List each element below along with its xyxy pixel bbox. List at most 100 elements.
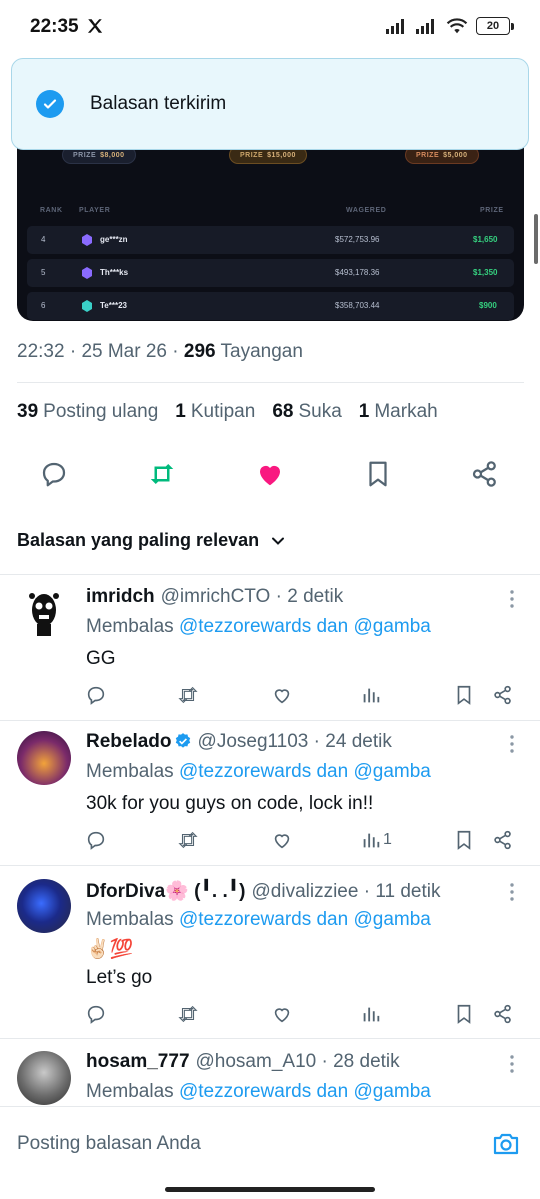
reply-icon[interactable] <box>85 829 107 851</box>
reply-time: 11 detik <box>375 881 441 902</box>
like-icon[interactable] <box>271 684 293 706</box>
stat-bookmarks[interactable]: 1 Markah <box>359 401 438 423</box>
like-icon[interactable] <box>271 1003 293 1025</box>
reply-action-bar <box>0 684 540 708</box>
column-header: PLAYER <box>79 207 111 214</box>
reply-text: Let’s go <box>86 967 153 988</box>
column-header: RANK <box>40 207 63 214</box>
home-indicator[interactable] <box>165 1187 375 1192</box>
more-options-icon[interactable] <box>510 590 514 608</box>
signal-icon <box>386 19 404 34</box>
bookmark-icon[interactable] <box>453 829 475 851</box>
stat-likes[interactable]: 68 Suka <box>272 401 341 423</box>
views-icon[interactable] <box>360 829 382 851</box>
bookmark-icon[interactable] <box>363 459 393 489</box>
toast-message: Balasan terkirim <box>90 93 227 114</box>
repost-icon[interactable] <box>177 1003 199 1025</box>
post-action-bar <box>0 455 540 497</box>
view-count: 296 <box>183 341 216 362</box>
replying-to: Membalas @tezzorewards dan @gamba <box>86 1081 431 1102</box>
bookmark-icon[interactable] <box>453 1003 475 1025</box>
bookmark-icon[interactable] <box>453 684 475 706</box>
x-logo-icon <box>87 19 103 33</box>
post-date: 25 Mar 26 <box>81 341 167 362</box>
compose-reply-bar: Posting balasan Anda <box>0 1106 540 1199</box>
reply-sent-toast: Balasan terkirim <box>11 58 529 150</box>
leaderboard-row: 5 Th***ks $493,178.36 $1,350 <box>27 259 514 287</box>
reply-header: hosam_777 @hosam_A10 · 28 detik <box>86 1051 400 1072</box>
reply-icon[interactable] <box>85 684 107 706</box>
scrollbar-thumb[interactable] <box>534 214 538 264</box>
battery-icon: 20 <box>476 17 514 35</box>
share-icon[interactable] <box>492 1003 514 1025</box>
reply-input[interactable]: Posting balasan Anda <box>17 1133 201 1155</box>
like-icon[interactable] <box>255 459 285 489</box>
repost-icon[interactable] <box>177 829 199 851</box>
user-handle: @imrichCTO <box>160 586 271 607</box>
rank-gem-icon <box>82 300 92 312</box>
views-icon[interactable] <box>360 1003 382 1025</box>
check-circle-icon <box>36 90 64 118</box>
rank-gem-icon <box>82 267 92 279</box>
share-icon[interactable] <box>492 829 514 851</box>
chevron-down-icon <box>272 537 285 545</box>
mention-link[interactable]: @tezzorewards dan @gamba <box>179 616 431 637</box>
mention-link[interactable]: @tezzorewards dan @gamba <box>179 1081 431 1102</box>
post-time: 22:32 <box>17 341 65 362</box>
reply-action-bar <box>0 1003 540 1027</box>
reply-header: Rebelado @Joseg1103 · 24 detik <box>86 731 392 752</box>
avatar[interactable] <box>17 879 71 933</box>
replying-to: Membalas @tezzorewards dan @gamba <box>86 761 431 782</box>
display-name: DforDiva🌸 (╹. .╹) <box>86 881 246 902</box>
column-header: PRIZE <box>480 207 504 214</box>
stat-quotes[interactable]: 1 Kutipan <box>175 401 255 423</box>
reply-icon[interactable] <box>39 459 69 489</box>
camera-icon[interactable] <box>492 1131 520 1157</box>
avatar[interactable] <box>17 586 71 640</box>
user-handle: @divalizziee <box>251 881 359 902</box>
leaderboard-row: 4 ge***zn $572,753.96 $1,650 <box>27 226 514 254</box>
reply-sort-dropdown[interactable]: Balasan yang paling relevan <box>17 530 287 551</box>
views-count: 1 <box>383 831 392 848</box>
display-name: hosam_777 <box>86 1051 190 1072</box>
reply-text: 30k for you guys on code, lock in!! <box>86 793 374 814</box>
verified-badge-icon <box>175 733 190 748</box>
rank-gem-icon <box>82 234 92 246</box>
reply-time: 24 detik <box>325 731 392 752</box>
post-meta: 22:32 · 25 Mar 26 · 296 Tayangan <box>17 341 303 362</box>
views-label: Tayangan <box>220 341 303 362</box>
leaderboard-row: 6 Te***23 $358,703.44 $900 <box>27 292 514 320</box>
divider <box>0 865 540 866</box>
repost-icon[interactable] <box>177 684 199 706</box>
share-icon[interactable] <box>492 684 514 706</box>
reply-header: DforDiva🌸 (╹. .╹) @divalizziee · 11 detik <box>86 881 441 902</box>
mention-link[interactable]: @tezzorewards dan @gamba <box>179 761 431 782</box>
stat-reposts[interactable]: 39 Posting ulang <box>17 401 158 423</box>
reply-icon[interactable] <box>85 1003 107 1025</box>
display-name: imridch <box>86 586 155 607</box>
repost-icon[interactable] <box>147 459 177 489</box>
status-bar: 22:35 20 <box>0 0 540 56</box>
reply-header: imridch @imrichCTO · 2 detik <box>86 586 344 607</box>
avatar[interactable] <box>17 731 71 785</box>
views-icon[interactable] <box>360 684 382 706</box>
user-handle: @hosam_A10 <box>195 1051 317 1072</box>
share-icon[interactable] <box>470 459 500 489</box>
column-header: WAGERED <box>346 207 387 214</box>
avatar[interactable] <box>17 1051 71 1105</box>
reply-item[interactable]: hosam_777 @hosam_A10 · 28 detik Membalas … <box>0 1051 540 1106</box>
divider <box>0 720 540 721</box>
more-options-icon[interactable] <box>510 883 514 901</box>
more-options-icon[interactable] <box>510 1055 514 1073</box>
display-name: Rebelado <box>86 731 172 752</box>
reply-emoji: ✌🏻💯 <box>86 939 134 960</box>
wifi-icon <box>446 18 468 34</box>
reply-time: 2 detik <box>287 586 344 607</box>
divider <box>0 1038 540 1039</box>
divider <box>17 382 524 383</box>
more-options-icon[interactable] <box>510 735 514 753</box>
divider <box>0 574 540 575</box>
reply-text: GG <box>86 648 116 669</box>
like-icon[interactable] <box>271 829 293 851</box>
mention-link[interactable]: @tezzorewards dan @gamba <box>179 909 431 930</box>
